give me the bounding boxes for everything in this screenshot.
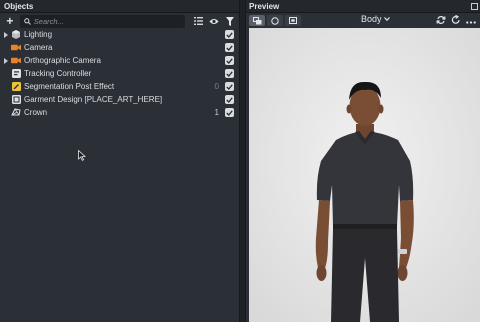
image-mode-button[interactable] [285,15,301,26]
camera-mode-button[interactable] [267,15,283,26]
list-item-crown[interactable]: Crown 1 [0,106,239,119]
image-icon [289,17,297,24]
enabled-checkbox[interactable] [225,30,234,39]
camera-icon [11,43,21,53]
list-item-label: Segmentation Post Effect [24,82,115,91]
enabled-checkbox[interactable] [225,69,234,78]
filter-icon[interactable] [225,16,235,26]
popout-window-icon[interactable] [471,3,478,10]
preview-panel: Preview Body [245,0,480,322]
add-object-button[interactable]: + [4,15,16,27]
visibility-eye-icon[interactable] [209,16,219,26]
objects-panel: Objects + Search... Lighting Camera Orth… [0,0,240,322]
list-item-orthographic-camera[interactable]: Orthographic Camera [0,54,239,67]
list-item-label: Orthographic Camera [24,56,101,65]
list-item-label: Crown [24,108,48,117]
objects-list: Lighting Camera Orthographic Camera Trac… [0,28,239,119]
more-options-icon[interactable] [466,17,476,26]
list-item-label: Tracking Controller [24,69,92,78]
list-item-count: 1 [214,108,219,117]
list-item-label: Camera [24,43,53,52]
lighting-group-icon [11,30,21,40]
preview-panel-title: Preview [249,1,280,11]
mesh-icon [11,108,21,118]
camera-lens-icon [271,16,279,25]
mouse-pointer-icon [78,149,87,163]
list-item-garment-design[interactable]: Garment Design [PLACE_ART_HERE] [0,93,239,106]
search-box[interactable] [19,14,185,28]
enabled-checkbox[interactable] [225,56,234,65]
reset-preview-icon[interactable] [451,14,461,27]
post-effect-icon [11,82,21,92]
list-item-segmentation-post-effect[interactable]: Segmentation Post Effect 0 [0,80,239,93]
preview-panel-header: Preview [246,0,480,13]
switch-camera-icon[interactable] [436,15,446,27]
enabled-checkbox[interactable] [225,95,234,104]
layers-icon [252,16,261,24]
list-item-camera[interactable]: Camera [0,41,239,54]
search-input[interactable] [33,16,174,26]
enabled-checkbox[interactable] [225,43,234,52]
tracking-target-select[interactable]: Body [361,14,390,24]
enabled-checkbox[interactable] [225,108,234,117]
garment-design-icon [11,95,21,105]
expand-chevron-icon[interactable] [2,57,10,64]
expand-chevron-icon[interactable] [2,31,10,38]
list-item-lighting[interactable]: Lighting [0,28,239,41]
objects-panel-title: Objects [0,0,239,13]
preview-mode-button[interactable] [249,15,265,26]
objects-toolbar: + [0,13,239,29]
tracking-target-value: Body [361,14,382,24]
person-preview-image [249,28,480,322]
list-item-label: Lighting [24,30,53,39]
preview-viewport[interactable] [249,28,480,322]
list-view-icon[interactable] [193,16,203,26]
search-icon [23,17,31,25]
list-item-tracking-controller[interactable]: Tracking Controller [0,67,239,80]
camera-icon [11,56,21,66]
tracking-controller-icon [11,69,21,79]
list-item-label: Garment Design [PLACE_ART_HERE] [24,95,163,104]
chevron-down-icon [383,17,390,21]
list-item-count: 0 [214,82,219,91]
enabled-checkbox[interactable] [225,82,234,91]
preview-toolbar: Body [246,13,480,28]
